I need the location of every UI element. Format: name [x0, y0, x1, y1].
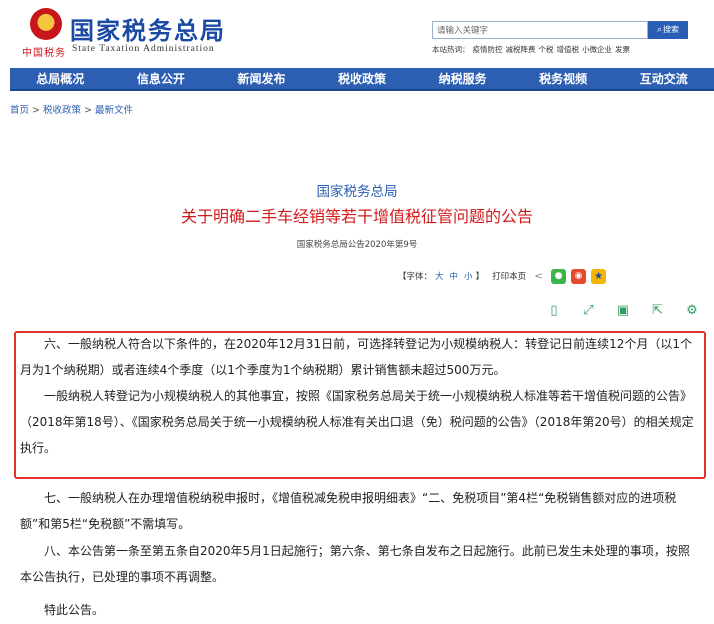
font-size-close: 】 — [475, 272, 485, 282]
paragraph-6-continued: 一般纳税人转登记为小规模纳税人的其他事宜，按照《国家税务总局关于统一小规模纳税人… — [20, 389, 694, 455]
breadcrumb-tax-policy[interactable]: 税收政策 — [43, 105, 81, 116]
hot-word[interactable]: 发票 — [615, 45, 630, 54]
qzone-icon[interactable]: ★ — [591, 268, 607, 284]
hot-words: 本站热词： 疫情防控 减税降费 个税 增值税 小微企业 发票 — [432, 44, 633, 55]
settings-icon[interactable]: ⚙ — [684, 303, 700, 319]
fullscreen-icon[interactable]: ⤢ — [581, 303, 597, 319]
page-title: 关于明确二手车经销等若干增值税征管问题的公告 — [180, 207, 533, 226]
nav-item-taxpayer-service[interactable]: 纳税服务 — [412, 68, 513, 89]
document-issuer: 国家税务总局 — [316, 184, 398, 200]
nav-item-news[interactable]: 新闻发布 — [211, 68, 312, 89]
breadcrumb-home[interactable]: 首页 — [10, 105, 29, 116]
article-tools: 【字体： 大 中 小 】 打印本页 < ● ◉ ★ — [398, 267, 607, 285]
export-icon[interactable]: ⇱ — [650, 303, 666, 319]
main-nav: 总局概况 信息公开 新闻发布 税收政策 纳税服务 税务视频 互动交流 — [10, 68, 714, 91]
nav-item-info-disclosure[interactable]: 信息公开 — [111, 68, 212, 89]
tagline: 中国税务 — [22, 48, 66, 59]
hot-word[interactable]: 减税降费 — [506, 45, 536, 54]
hot-words-label: 本站热词： — [432, 45, 470, 54]
nav-item-tax-policy[interactable]: 税收政策 — [312, 68, 413, 89]
breadcrumb-separator: > — [84, 105, 92, 116]
nav-item-video[interactable]: 税务视频 — [513, 68, 614, 89]
closing-statement: 特此公告。 — [20, 603, 105, 617]
site-title[interactable]: 国家税务总局 — [70, 11, 226, 46]
emblem-icon: ★ — [30, 8, 62, 40]
wechat-icon[interactable]: ● — [551, 268, 567, 284]
font-medium-button[interactable]: 中 — [450, 270, 459, 282]
weibo-icon[interactable]: ◉ — [571, 268, 587, 284]
breadcrumb-latest-docs[interactable]: 最新文件 — [95, 105, 133, 116]
search-icon: ⌕ — [656, 25, 663, 35]
font-small-button[interactable]: 小 — [464, 270, 473, 282]
site-header: ★ 中国税务 国家税务总局 State Taxation Administrat… — [0, 0, 714, 68]
breadcrumb: 首页 > 税收政策 > 最新文件 — [10, 102, 133, 116]
font-size-label: 【字体： — [398, 272, 433, 282]
save-icon[interactable]: ▣ — [615, 303, 631, 319]
hot-word[interactable]: 疫情防控 — [473, 45, 503, 54]
search-button[interactable]: ⌕搜索 — [648, 21, 688, 39]
share-icon[interactable]: < — [532, 270, 545, 283]
print-button[interactable]: 打印本页 — [492, 270, 526, 282]
font-large-button[interactable]: 大 — [435, 270, 444, 282]
hot-word[interactable]: 个税 — [539, 45, 554, 54]
hot-word[interactable]: 小微企业 — [582, 45, 612, 54]
hot-word[interactable]: 增值税 — [557, 45, 580, 54]
reader-action-bar: ▯ ⤢ ▣ ⇱ ⚙ — [540, 300, 706, 322]
paragraph-7: 七、一般纳税人在办理增值税纳税申报时，《增值税减免税申报明细表》“二、免税项目”… — [20, 491, 677, 531]
search-button-label: 搜索 — [663, 25, 680, 34]
site-subtitle: State Taxation Administration — [72, 44, 215, 54]
nav-item-interaction[interactable]: 互动交流 — [613, 68, 714, 89]
paragraph-8: 八、本公告第一条至第五条自2020年5月1日起施行；第六条、第七条自发布之日起施… — [20, 544, 690, 584]
breadcrumb-separator: > — [32, 105, 40, 116]
nav-item-overview[interactable]: 总局概况 — [10, 68, 111, 89]
search-input[interactable]: 请输入关键字 — [432, 21, 648, 39]
mobile-icon[interactable]: ▯ — [546, 303, 562, 319]
paragraph-6: 六、一般纳税人符合以下条件的，在2020年12月31日前，可选择转登记为小规模纳… — [20, 337, 692, 377]
document-number: 国家税务总局公告2020年第9号 — [296, 240, 418, 250]
